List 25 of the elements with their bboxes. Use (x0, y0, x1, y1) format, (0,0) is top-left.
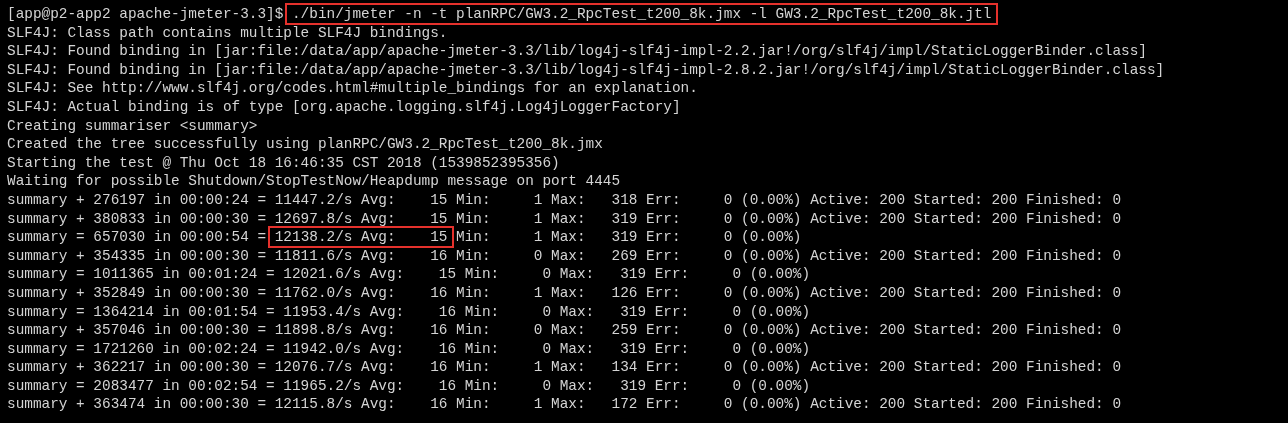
terminal-text: summary = 1721260 in 00:02:24 = 11942.0/s Avg: 16 Min: 0 Max: 319 Err: 0 (0.00%) (7, 340, 811, 357)
terminal-text: SLF4J: Actual binding is of type [org.apache.logging.slf4j.Log4jLoggerFactory] (7, 98, 681, 115)
terminal-text: Waiting for possible Shutdown/StopTestNow/Heapdump message on port 4445 (7, 173, 621, 190)
terminal-text: summary = 657030 in 00:00:54 = (7, 229, 268, 246)
terminal-text: SLF4J: Class path contains multiple SLF4J bindings. (7, 24, 448, 41)
terminal-text: summary + 352849 in 00:00:30 = 11762.0/s Avg: 16 Min: 1 Max: 126 Err: 0 (0.00%) Active: 200 Started: 200 Finished: 0 (7, 284, 1122, 301)
terminal-text: summary + 380833 in 00:00:30 = 12697.8/s Avg: 15 Min: 1 Max: 319 Err: 0 (0.00%) Active: 200 Started: 200 Finished: 0 (7, 210, 1122, 227)
terminal-text: summary + 363474 in 00:00:30 = 12115.8/s Avg: 16 Min: 1 Max: 172 Err: 0 (0.00%) Active: 200 Started: 200 Finished: 0 (7, 396, 1122, 413)
highlight-box: ./bin/jmeter -n -t planRPC/GW3.2_RpcTest_t200_8k.jmx -l GW3.2_RpcTest_t200_8k.jtl (285, 3, 999, 25)
terminal-text: SLF4J: See http://www.slf4j.org/codes.html#multiple_bindings for an explanation. (7, 80, 698, 97)
terminal-text: summary = 1364214 in 00:01:54 = 11953.4/s Avg: 16 Min: 0 Max: 319 Err: 0 (0.00%) (7, 303, 811, 320)
terminal-text: Min: 1 Max: 319 Err: 0 (0.00%) (455, 229, 802, 246)
terminal-text: Created the tree successfully using planRPC/GW3.2_RpcTest_t200_8k.jmx (7, 136, 603, 153)
terminal-text: summary + 354335 in 00:00:30 = 11811.6/s Avg: 16 Min: 0 Max: 269 Err: 0 (0.00%) Active: 200 Started: 200 Finished: 0 (7, 247, 1122, 264)
terminal-text: SLF4J: Found binding in [jar:file:/data/app/apache-jmeter-3.3/lib/log4j-slf4j-impl-2.8.2.jar!/org/slf4j/impl/StaticLoggerBinder.class] (7, 61, 1165, 78)
terminal-text: summary = 2083477 in 00:02:54 = 11965.2/s Avg: 16 Min: 0 Max: 319 Err: 0 (0.00%) (7, 377, 811, 394)
terminal-text: [app@p2-app2 apache-jmeter-3.3]$ (7, 6, 285, 22)
highlight-box: 12138.2/s Avg: 15 (267, 226, 455, 249)
terminal-text: summary = 1011365 in 00:01:24 = 12021.6/s Avg: 15 Min: 0 Max: 319 Err: 0 (0.00%) (7, 266, 811, 283)
terminal-text: Creating summariser <summary> (7, 117, 258, 134)
terminal-text: summary + 357046 in 00:00:30 = 11898.8/s Avg: 16 Min: 0 Max: 259 Err: 0 (0.00%) Active: 200 Started: 200 Finished: 0 (7, 322, 1122, 339)
terminal-text: Starting the test @ Thu Oct 18 16:46:35 CST 2018 (1539852395356) (7, 154, 560, 171)
terminal-text: SLF4J: Found binding in [jar:file:/data/app/apache-jmeter-3.3/lib/log4j-slf4j-impl-2.2.jar!/org/slf4j/impl/StaticLoggerBinder.class] (7, 43, 1147, 60)
terminal-text: summary + 276197 in 00:00:24 = 11447.2/s Avg: 15 Min: 1 Max: 318 Err: 0 (0.00%) Active: 200 Started: 200 Finished: 0 (7, 191, 1122, 208)
terminal-text: summary + 362217 in 00:00:30 = 12076.7/s Avg: 16 Min: 1 Max: 134 Err: 0 (0.00%) Active: 200 Started: 200 Finished: 0 (7, 359, 1122, 376)
